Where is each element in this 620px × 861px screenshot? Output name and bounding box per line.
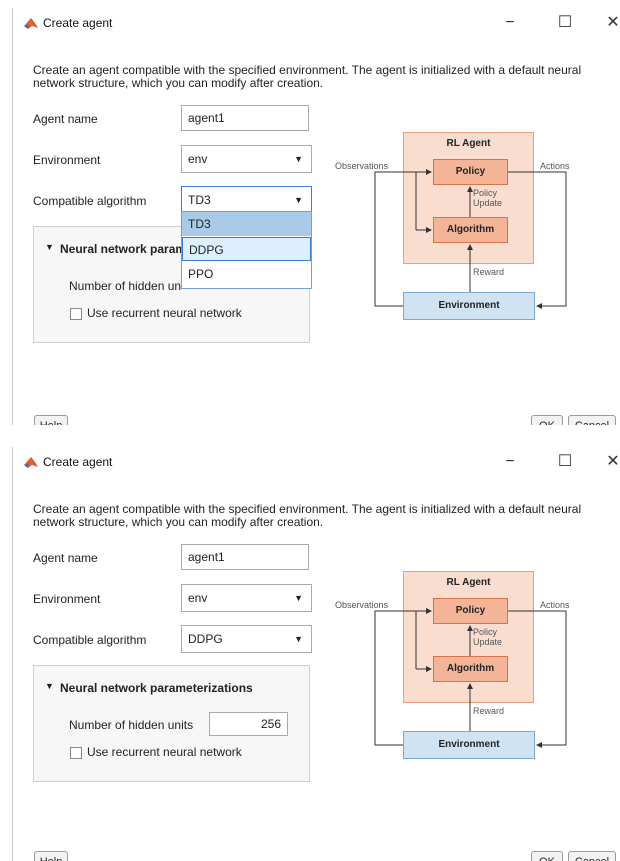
create-agent-dialog-ddpg: Create agent − ☐ ✕ Create an agent compa…	[12, 447, 620, 861]
environment-dropdown[interactable]: env ▼	[181, 145, 312, 173]
algorithm-dropdown-list: TD3 DDPG PPO	[181, 211, 312, 289]
window-title: Create agent	[43, 16, 113, 30]
minimize-button[interactable]: −	[495, 451, 525, 473]
environment-value: env	[188, 152, 208, 166]
window-title: Create agent	[43, 455, 113, 469]
collapse-caret-icon[interactable]: ▼	[45, 681, 54, 691]
recurrent-checkbox[interactable]	[70, 308, 82, 320]
help-button[interactable]: Help	[34, 851, 68, 861]
rl-diagram: RL Agent Policy Algorithm Environment Ob…	[323, 567, 593, 759]
environment-value: env	[188, 591, 208, 605]
algorithm-dropdown[interactable]: DDPG ▼	[181, 625, 312, 653]
create-agent-dialog-dropdown-open: Create agent − ☐ ✕ Create an agent compa…	[12, 8, 620, 425]
chevron-down-icon: ▼	[294, 593, 303, 603]
algorithm-value: TD3	[188, 193, 211, 207]
panel-title: Neural network param	[60, 242, 187, 256]
hidden-units-label: Number of hidden un	[69, 279, 182, 293]
title-bar[interactable]: Create agent − ☐ ✕	[13, 447, 620, 477]
matlab-icon	[24, 457, 38, 468]
agent-name-label: Agent name	[33, 112, 98, 126]
chevron-down-icon: ▼	[294, 195, 303, 205]
description-text: Create an agent compatible with the spec…	[33, 63, 582, 90]
recurrent-label: Use recurrent neural network	[87, 306, 242, 320]
diagram-arrows	[374, 169, 567, 309]
environment-label: Environment	[33, 153, 101, 167]
ok-button[interactable]: OK	[531, 851, 563, 861]
hidden-units-field[interactable]: 256	[209, 712, 288, 736]
algorithm-label: Compatible algorithm	[33, 194, 147, 208]
minimize-button[interactable]: −	[495, 12, 525, 34]
description-text: Create an agent compatible with the spec…	[33, 502, 582, 529]
algorithm-label: Compatible algorithm	[33, 633, 147, 647]
algorithm-value: DDPG	[188, 632, 223, 646]
nn-parameterization-panel: ▼ Neural network parameterizations Numbe…	[33, 665, 310, 782]
hidden-units-label: Number of hidden units	[69, 718, 194, 732]
rl-diagram: RL Agent Policy Algorithm Environment Ob…	[323, 128, 593, 320]
cancel-button[interactable]: Cancel	[568, 851, 616, 861]
chevron-down-icon: ▼	[294, 154, 303, 164]
cancel-button[interactable]: Cancel	[568, 415, 616, 425]
algorithm-dropdown[interactable]: TD3 ▼	[181, 186, 312, 214]
close-button[interactable]: ✕	[598, 12, 620, 34]
title-bar[interactable]: Create agent − ☐ ✕	[13, 8, 620, 38]
agent-name-field[interactable]: agent1	[181, 544, 309, 570]
environment-label: Environment	[33, 592, 101, 606]
ok-button[interactable]: OK	[531, 415, 563, 425]
option-td3[interactable]: TD3	[182, 212, 311, 236]
chevron-down-icon: ▼	[294, 634, 303, 644]
diagram-arrows	[374, 608, 567, 748]
environment-dropdown[interactable]: env ▼	[181, 584, 312, 612]
agent-name-field[interactable]: agent1	[181, 105, 309, 131]
option-ppo[interactable]: PPO	[182, 262, 311, 286]
recurrent-label: Use recurrent neural network	[87, 745, 242, 759]
panel-title: Neural network parameterizations	[60, 681, 253, 695]
recurrent-checkbox[interactable]	[70, 747, 82, 759]
close-button[interactable]: ✕	[598, 451, 620, 473]
matlab-icon	[24, 18, 38, 29]
help-button[interactable]: Help	[34, 415, 68, 425]
option-ddpg[interactable]: DDPG	[182, 237, 311, 261]
agent-name-label: Agent name	[33, 551, 98, 565]
collapse-caret-icon[interactable]: ▼	[45, 242, 54, 252]
maximize-button[interactable]: ☐	[550, 12, 580, 34]
maximize-button[interactable]: ☐	[550, 451, 580, 473]
